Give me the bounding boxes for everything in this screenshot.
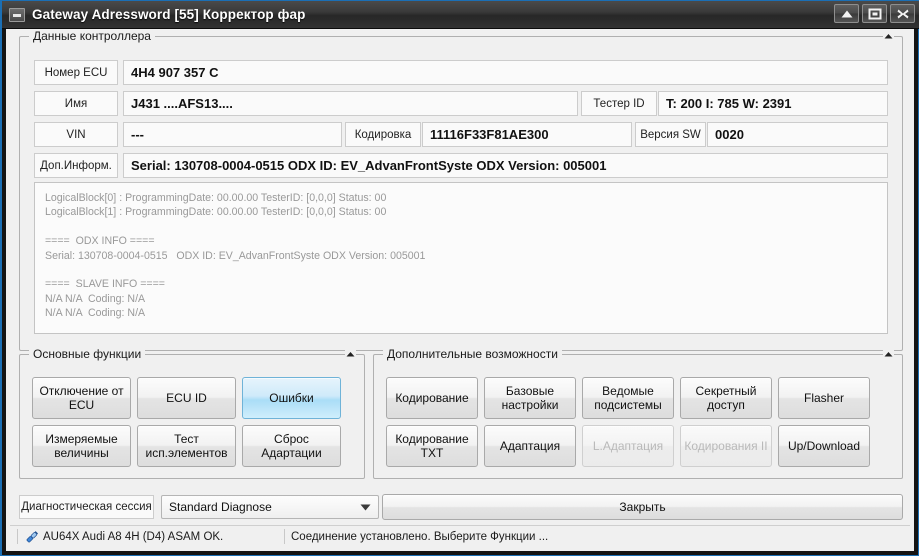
name-value[interactable]: J431 ....AFS13....	[123, 91, 578, 116]
sw-version-label: Версия SW	[635, 122, 706, 147]
plug-icon	[25, 530, 39, 544]
chevron-down-icon	[360, 500, 371, 514]
close-icon	[897, 9, 908, 18]
chevron-up-icon	[884, 352, 893, 357]
vin-value[interactable]: ---	[123, 122, 342, 147]
extra-info-value[interactable]: Serial: 130708-0004-0515 ODX ID: EV_Adva…	[123, 153, 888, 178]
chevron-up-icon	[884, 34, 893, 39]
extra-info-label: Доп.Информ.	[34, 153, 118, 178]
status-vehicle-text: AU64X Audi A8 4H (D4) ASAM OK.	[43, 530, 224, 543]
application-window: Gateway Adressword [55] Корректор фар Да…	[0, 0, 919, 556]
vin-label: VIN	[34, 122, 118, 147]
diagnostic-session-select[interactable]: Standard Diagnose	[161, 495, 379, 519]
button-flasher[interactable]: Flasher	[778, 377, 870, 419]
maximize-button[interactable]	[862, 4, 887, 23]
button-reset-adaptation[interactable]: Сброс Адартации	[242, 425, 341, 467]
button-measured-values[interactable]: Измеряемые величины	[32, 425, 131, 467]
ecu-number-value[interactable]: 4H4 907 357 C	[123, 60, 888, 85]
close-button[interactable]	[890, 4, 915, 23]
controller-data-group-title: Данные контроллера	[29, 29, 155, 43]
button-adaptation[interactable]: Адаптация	[484, 425, 576, 467]
diagnostic-log-pane[interactable]: LogicalBlock[0] : ProgrammingDate: 00.00…	[34, 182, 888, 334]
window-title: Gateway Adressword [55] Корректор фар	[32, 7, 306, 22]
maximize-icon	[868, 8, 881, 19]
main-functions-collapse-toggle[interactable]	[345, 349, 356, 360]
status-message-text: Соединение установлено. Выберите Функции…	[291, 530, 549, 543]
diagnostic-log-text: LogicalBlock[0] : ProgrammingDate: 00.00…	[45, 192, 426, 320]
button-slave-subsystems[interactable]: Ведомые подсистемы	[582, 377, 674, 419]
button-ecu-id[interactable]: ECU ID	[137, 377, 236, 419]
title-bar[interactable]: Gateway Adressword [55] Корректор фар	[2, 1, 919, 29]
button-coding-txt[interactable]: Кодирование TXT	[386, 425, 478, 467]
chevron-up-icon	[346, 352, 355, 357]
minimize-icon	[841, 10, 852, 17]
name-label: Имя	[34, 91, 118, 116]
diagnostic-session-label: Диагностическая сессия	[19, 495, 154, 519]
extra-functions-group-title: Дополнительные возможности	[383, 347, 562, 361]
ecu-number-label: Номер ECU	[34, 60, 118, 85]
button-faults[interactable]: Ошибки	[242, 377, 341, 419]
coding-value[interactable]: 11116F33F81AE300	[422, 122, 632, 147]
sw-version-value[interactable]: 0020	[707, 122, 888, 147]
button-coding-2: Кодирования II	[680, 425, 772, 467]
tester-id-label: Тестер ID	[581, 91, 657, 116]
minimize-button[interactable]	[834, 4, 859, 23]
main-functions-group-title: Основные функции	[29, 347, 146, 361]
window-bottom-edge	[2, 551, 918, 555]
status-bar: AU64X Audi A8 4H (D4) ASAM OK. Соединени…	[10, 525, 910, 547]
window-restore-icon[interactable]	[9, 7, 25, 22]
status-separator-1	[17, 529, 18, 544]
controller-data-collapse-toggle[interactable]	[883, 31, 894, 42]
client-area: Данные контроллера Номер ECU 4H4 907 357…	[2, 29, 918, 555]
button-up-download[interactable]: Up/Download	[778, 425, 870, 467]
coding-label: Кодировка	[345, 122, 421, 147]
diagnostic-session-value: Standard Diagnose	[169, 500, 272, 514]
button-basic-settings[interactable]: Базовые настройки	[484, 377, 576, 419]
extra-functions-collapse-toggle[interactable]	[883, 349, 894, 360]
window-controls	[834, 4, 915, 23]
button-actuator-test[interactable]: Тест исп.элементов	[137, 425, 236, 467]
button-secret-access[interactable]: Секретный доступ	[680, 377, 772, 419]
close-dialog-button[interactable]: Закрыть	[382, 494, 903, 520]
tester-id-value[interactable]: T: 200 I: 785 W: 2391	[658, 91, 888, 116]
button-long-adaptation: L.Адаптация	[582, 425, 674, 467]
button-coding[interactable]: Кодирование	[386, 377, 478, 419]
button-disconnect-ecu[interactable]: Отключение от ECU	[32, 377, 131, 419]
